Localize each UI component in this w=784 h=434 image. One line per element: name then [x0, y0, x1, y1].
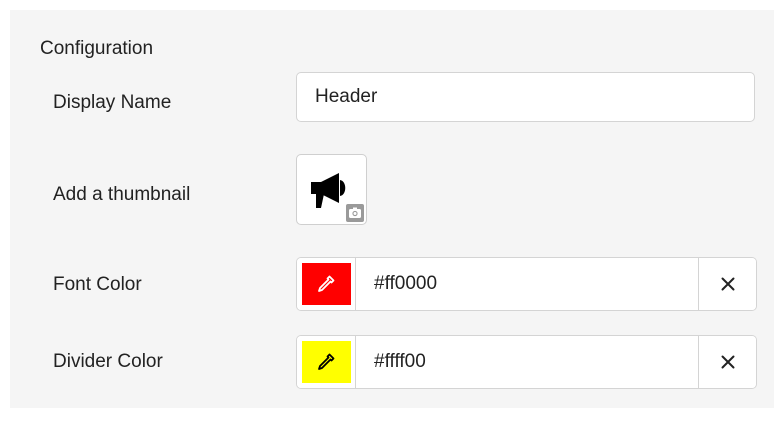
font-color-swatch — [301, 263, 351, 305]
camera-icon — [346, 204, 364, 222]
thumbnail-label: Add a thumbnail — [53, 184, 191, 205]
divider-color-input[interactable] — [356, 336, 698, 388]
eyedropper-icon — [318, 275, 335, 292]
divider-color-clear-button[interactable] — [698, 336, 756, 388]
divider-color-swatch — [301, 341, 351, 383]
font-color-clear-button[interactable] — [698, 258, 756, 310]
font-color-input[interactable] — [356, 258, 698, 310]
thumbnail-button[interactable] — [296, 154, 367, 225]
divider-color-swatch-button[interactable] — [297, 336, 356, 388]
font-color-label: Font Color — [53, 274, 142, 295]
display-name-input[interactable] — [296, 72, 755, 122]
font-color-swatch-button[interactable] — [297, 258, 356, 310]
divider-color-label: Divider Color — [53, 351, 163, 372]
divider-color-field — [296, 335, 757, 389]
configuration-panel: Configuration Display Name Add a thumbna… — [10, 10, 774, 408]
close-icon — [721, 355, 734, 369]
font-color-field — [296, 257, 757, 311]
close-icon — [721, 277, 734, 291]
section-title: Configuration — [40, 38, 154, 59]
eyedropper-icon — [318, 353, 335, 370]
display-name-label: Display Name — [53, 92, 172, 113]
